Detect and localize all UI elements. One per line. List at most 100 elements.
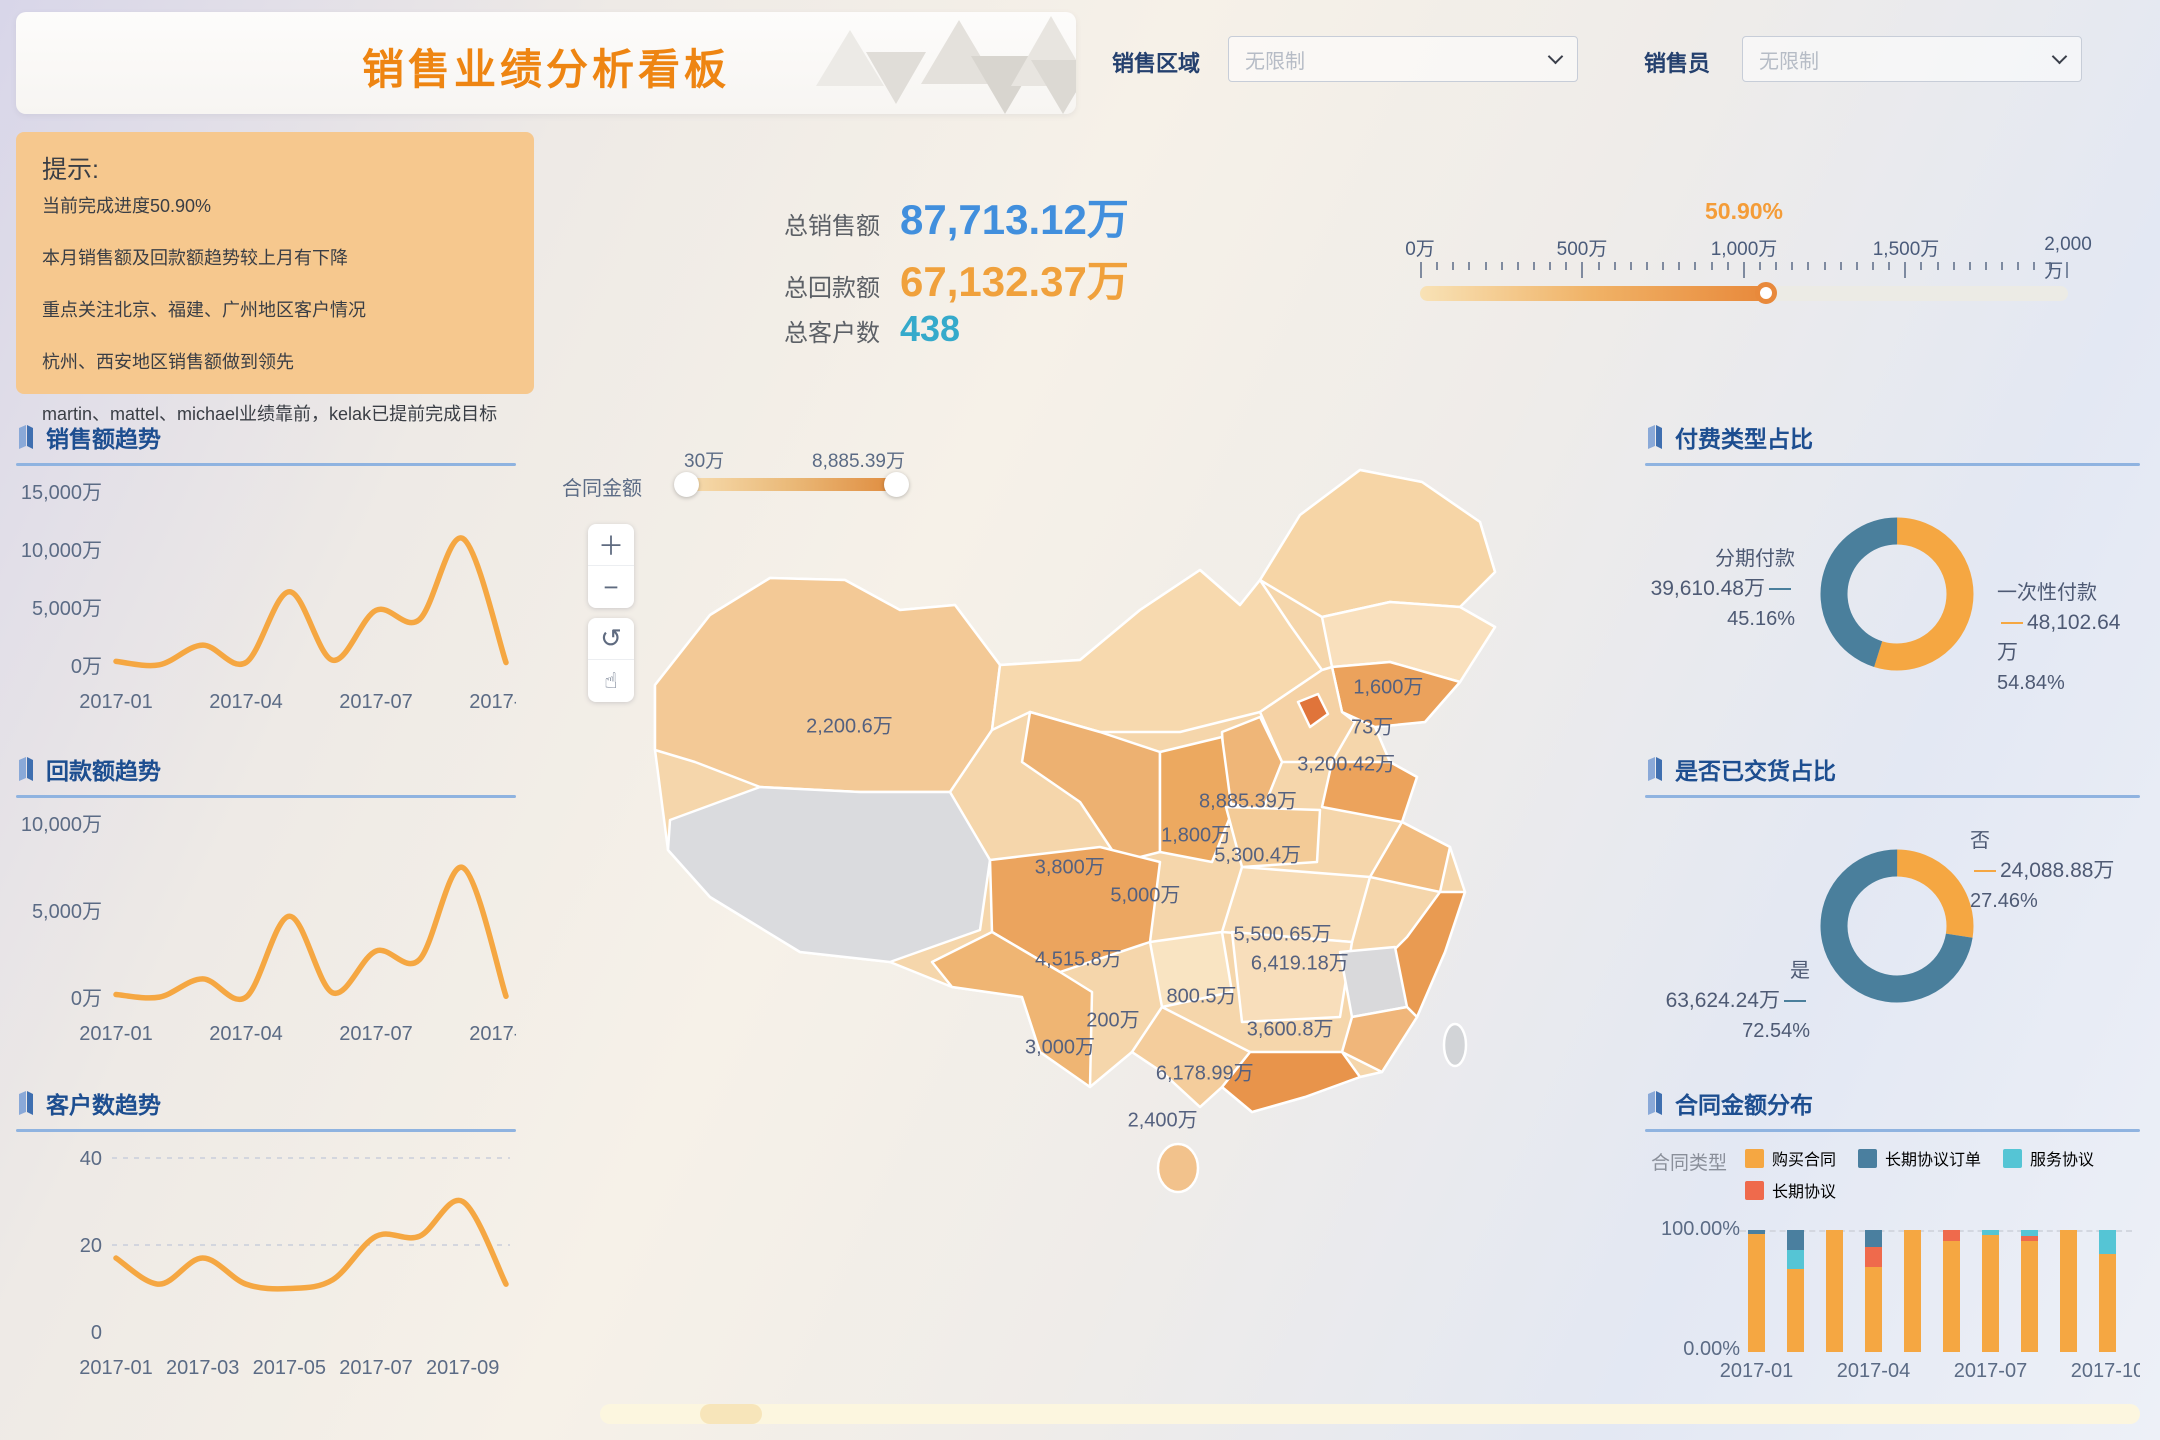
legend-item[interactable]: 购买合同 [1745,1146,1836,1170]
legend-item[interactable]: 长期协议 [1745,1178,1836,1202]
stacked-bar[interactable] [1826,1230,1843,1352]
stacked-bar[interactable] [2021,1230,2038,1352]
panel-title: 销售额趋势 [46,420,161,454]
zoom-in-button[interactable]: ＋ [588,524,634,566]
stacked-bar[interactable] [1865,1230,1882,1352]
map-region-value: 3,600.8万 [1247,1012,1334,1041]
stacked-bar[interactable] [1748,1230,1765,1352]
contract-dist-chart: 合同类型 购买合同长期协议订单服务协议长期协议 100.00% 0.00% 20… [1645,1132,2140,1392]
svg-text:2017-07: 2017-07 [339,691,412,713]
chevron-down-icon [2052,48,2068,64]
gauge-tick-label: 1,000万 [1711,234,1778,261]
map-region-value: 2,400万 [1128,1103,1198,1132]
map-legend-min: 30万 [684,446,724,473]
delivered-donut: 否24,088.88万27.46% 是63,624.24万72.54% [1645,798,2140,1082]
kpi-total-customers: 总客户数 438 [770,308,960,350]
y-axis-label: 0.00% [1683,1338,1740,1361]
map-region-value: 3,000万 [1025,1031,1095,1060]
panel-book-icon [16,1090,36,1116]
kpi-value: 67,132.37万 [900,248,1129,309]
donut-label: 否24,088.88万27.46% [1970,826,2114,916]
tips-line: 本月销售额及回款额趋势较上月有下降 [42,244,508,270]
map-region-value: 8,885.39万 [1199,784,1297,813]
horizontal-scrollbar[interactable] [600,1404,2140,1424]
map-region-value: 5,500.65万 [1234,918,1332,947]
salesperson-select[interactable]: 无限制 [1742,36,2082,82]
gauge-handle[interactable] [1755,282,1777,304]
map-legend-max-handle[interactable] [884,472,909,497]
svg-text:15,000万: 15,000万 [21,482,102,504]
page-title: 销售业绩分析看板 [16,36,1076,97]
map-amount-legend: 合同金额 30万 8,885.39万 [562,440,962,510]
gauge-tick-label: 1,500万 [1873,234,1940,261]
stacked-bar[interactable] [1943,1230,1960,1352]
china-map[interactable] [560,430,1640,1340]
region-select[interactable]: 无限制 [1228,36,1578,82]
svg-text:2017-01: 2017-01 [79,1023,152,1045]
svg-text:2017-10: 2017-10 [469,1023,516,1045]
header-card: 销售业绩分析看板 [16,12,1076,114]
kpi-value: 438 [900,308,960,350]
map-region-value: 200万 [1086,1003,1139,1032]
hand-select-icon[interactable]: ☝ [588,660,634,702]
kpi-label: 总回款额 [770,268,880,303]
pay-type-donut: 分期付款39,610.48万45.16% 一次性付款48,102.64万54.8… [1645,466,2140,750]
receipt-trend-chart: 0万5,000万10,000万2017-012017-042017-072017… [16,798,516,1063]
svg-text:2017-03: 2017-03 [166,1357,239,1379]
donut-label: 一次性付款48,102.64万54.84% [1997,578,2140,698]
chevron-down-icon [1548,48,1564,64]
svg-text:2017-07: 2017-07 [339,1357,412,1379]
kpi-label: 总客户数 [770,313,880,348]
gauge-percent-label: 50.90% [1420,198,2068,225]
legend-item[interactable]: 服务协议 [2003,1146,2094,1170]
stacked-bar[interactable] [1904,1230,1921,1352]
tips-line: 当前完成进度50.90% [42,192,508,218]
china-map-container: 合同金额 30万 8,885.39万 ＋ − ↺ ☝ 2,200.6万1,600… [560,430,1640,1340]
panel-book-icon [16,756,36,782]
kpi-total-sales: 总销售额 87,713.12万 [770,186,1129,247]
svg-text:2017-01: 2017-01 [79,691,152,713]
x-axis-label: 2017-07 [1954,1360,2027,1383]
panel-title: 客户数趋势 [46,1086,161,1120]
svg-text:2017-09: 2017-09 [426,1357,499,1379]
map-region-value: 73万 [1351,710,1393,739]
filter-bar: 销售区域 无限制 销售员 无限制 [1096,36,2146,86]
stacked-bar[interactable] [1787,1230,1804,1352]
gauge-axis-labels: 0万500万1,000万1,500万2,000万 [1420,234,2068,258]
svg-text:10,000万: 10,000万 [21,814,102,836]
svg-text:2017-07: 2017-07 [339,1023,412,1045]
kpi-value: 87,713.12万 [900,186,1129,247]
x-axis-label: 2017-04 [1837,1360,1910,1383]
x-axis-label: 2017-01 [1720,1360,1793,1383]
svg-text:40: 40 [80,1148,102,1170]
panel-book-icon [1645,424,1665,450]
tips-title: 提示: [42,150,508,186]
zoom-out-button[interactable]: − [588,566,634,608]
horizontal-scrollbar-thumb[interactable] [700,1404,762,1424]
tips-line: 杭州、西安地区销售额做到领先 [42,348,508,374]
panel-book-icon [16,424,36,450]
stacked-bar[interactable] [1982,1230,1999,1352]
map-region-value: 6,419.18万 [1251,947,1349,976]
map-region-value: 3,200.42万 [1297,748,1395,777]
map-region-value: 5,000万 [1110,879,1180,908]
donut-label: 分期付款39,610.48万45.16% [1651,544,1795,634]
svg-text:2017-05: 2017-05 [253,1357,326,1379]
stacked-bar[interactable] [2060,1230,2077,1352]
tips-box: 提示: 当前完成进度50.90% 本月销售额及回款额趋势较上月有下降 重点关注北… [16,132,534,394]
map-region-value: 4,515.8万 [1035,942,1122,971]
map-legend-min-handle[interactable] [674,472,699,497]
region-select-value: 无限制 [1245,45,1550,74]
svg-text:2017-04: 2017-04 [209,691,282,713]
map-region-value: 5,300.4万 [1214,839,1301,868]
sales-dashboard: { "header": { "title": "销售业绩分析看板", "filt… [0,0,2160,1440]
panel-book-icon [1645,756,1665,782]
filter-label-region: 销售区域 [1112,46,1200,78]
legend-item[interactable]: 长期协议订单 [1858,1146,1981,1170]
stacked-bar[interactable] [2099,1230,2116,1352]
panel-title: 付费类型占比 [1675,420,1813,454]
map-legend-slider [684,478,899,491]
svg-text:10,000万: 10,000万 [21,540,102,562]
svg-text:2017-10: 2017-10 [469,691,516,713]
reset-icon[interactable]: ↺ [588,618,634,660]
